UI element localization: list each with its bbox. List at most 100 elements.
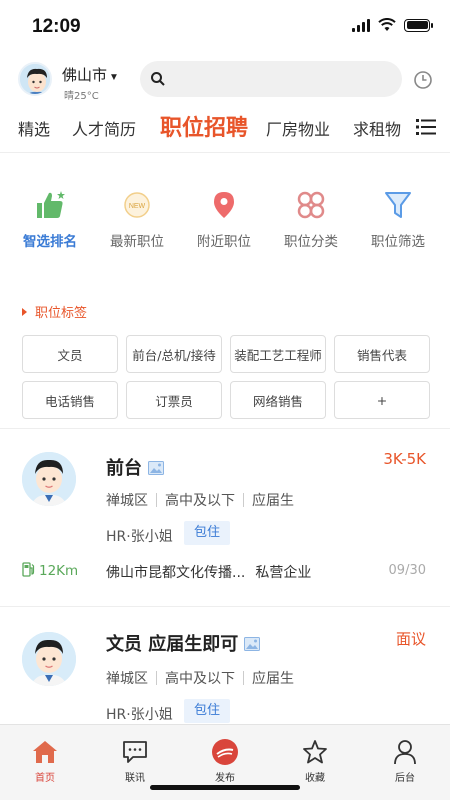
- section-divider: [0, 428, 450, 429]
- job-tags-title: 职位标签: [22, 302, 87, 321]
- job-date: 09/30: [388, 563, 426, 578]
- svg-text:NEW: NEW: [129, 203, 146, 210]
- job-salary: 3K-5K: [383, 450, 426, 468]
- job-experience: 应届生: [252, 493, 294, 509]
- job-company: 佛山市昆都文化传播... 私营企业: [106, 562, 311, 582]
- status-icons: [352, 18, 433, 32]
- feature-label: 职位分类: [284, 234, 338, 249]
- avatar-face-icon: [20, 64, 50, 94]
- job-meta: 禅城区 高中及以下 应届生: [106, 490, 294, 510]
- job-distance-text: 12Km: [39, 563, 79, 579]
- city-selector[interactable]: 佛山市 ▼: [62, 64, 119, 85]
- nav-label: 发布: [215, 773, 235, 784]
- job-experience: 应届生: [252, 671, 294, 687]
- top-header: 佛山市 ▼ 晴25°C: [0, 58, 450, 104]
- signal-icon: [352, 18, 370, 32]
- nav-favorites[interactable]: 收藏: [270, 737, 360, 784]
- wifi-icon: [378, 18, 396, 31]
- nav-label: 首页: [35, 773, 55, 784]
- tab-rentals[interactable]: 求租物: [353, 116, 401, 140]
- fuel-station-icon: [22, 562, 35, 577]
- feature-job-filter[interactable]: 职位筛选: [358, 188, 438, 250]
- job-title-text: 前台: [106, 458, 142, 479]
- nav-messages[interactable]: 联讯: [90, 737, 180, 784]
- meta-separator: [243, 671, 244, 685]
- job-title-text: 文员 应届生即可: [106, 634, 239, 655]
- card-divider: [0, 606, 450, 607]
- category-tabs: 精选 人才简历 职位招聘 厂房物业 求租物: [0, 108, 450, 148]
- job-education: 高中及以下: [165, 671, 235, 687]
- job-tag[interactable]: 订票员: [126, 381, 222, 419]
- user-avatar[interactable]: [18, 62, 52, 96]
- image-icon: [148, 461, 164, 475]
- thumbs-up-icon: [37, 191, 65, 218]
- nav-label: 联讯: [125, 773, 145, 784]
- feature-label: 附近职位: [197, 234, 251, 249]
- feature-nearby-jobs[interactable]: 附近职位: [184, 188, 264, 250]
- chevron-down-icon: ▼: [109, 72, 119, 83]
- recruiter-face-icon: [22, 452, 76, 506]
- recruiter-avatar: [22, 452, 76, 506]
- menu-list-icon[interactable]: [416, 118, 436, 136]
- feature-label: 智选排名: [23, 234, 77, 249]
- feature-latest-jobs[interactable]: NEW 最新职位: [97, 188, 177, 250]
- job-hr: HR·张小姐: [106, 707, 173, 723]
- category-icon: [297, 191, 325, 219]
- benefit-badge: 包住: [184, 521, 231, 545]
- app-screen: 12:09 佛山市 ▼ 晴25°C 精选 人才简历 职位招聘 厂房物业 求租物 …: [0, 0, 450, 800]
- recruiter-avatar: [22, 632, 76, 686]
- job-title: 文员 应届生即可: [106, 630, 261, 656]
- filter-icon: [385, 192, 411, 218]
- job-meta: 禅城区 高中及以下 应届生: [106, 668, 294, 688]
- company-name: 佛山市昆都文化传播...: [106, 565, 246, 581]
- publish-icon: [212, 739, 238, 765]
- star-icon: [303, 740, 327, 764]
- location-pin-icon: [214, 192, 234, 218]
- benefit-badge: 包住: [184, 699, 231, 723]
- job-education: 高中及以下: [165, 493, 235, 509]
- battery-icon: [404, 18, 433, 32]
- nav-home[interactable]: 首页: [0, 737, 90, 784]
- triangle-icon: [22, 308, 27, 316]
- search-input[interactable]: [174, 61, 394, 97]
- tabs-divider: [0, 152, 450, 153]
- job-tag[interactable]: 文员: [22, 335, 118, 373]
- tab-resumes[interactable]: 人才简历: [72, 116, 136, 140]
- image-icon: [244, 637, 261, 651]
- job-card[interactable]: 前台 3K-5K 禅城区 高中及以下 应届生 HR·张小姐 包住 12Km 佛山市昆…: [0, 446, 450, 606]
- job-card[interactable]: 文员 应届生即可 面议 禅城区 高中及以下 应届生 HR·张小姐 包住: [0, 624, 450, 724]
- add-tag-button[interactable]: +: [334, 381, 430, 419]
- status-bar: 12:09: [0, 0, 450, 52]
- new-badge-icon: NEW: [124, 192, 150, 218]
- job-distance: 12Km: [22, 562, 78, 579]
- meta-separator: [243, 493, 244, 507]
- status-time: 12:09: [32, 16, 81, 37]
- job-salary: 面议: [395, 630, 426, 648]
- feature-job-categories[interactable]: 职位分类: [271, 188, 351, 250]
- job-district: 禅城区: [106, 493, 148, 509]
- tab-jobs[interactable]: 职位招聘: [160, 110, 248, 142]
- home-icon: [33, 741, 57, 763]
- job-title: 前台: [106, 454, 164, 480]
- history-clock-icon[interactable]: [413, 70, 433, 90]
- job-tag[interactable]: 电话销售: [22, 381, 118, 419]
- recruiter-face-icon: [22, 632, 76, 686]
- job-tag[interactable]: 网络销售: [230, 381, 326, 419]
- company-type: 私营企业: [255, 565, 312, 581]
- chat-icon: [123, 741, 147, 763]
- nav-publish[interactable]: 发布: [180, 737, 270, 784]
- city-label: 佛山市: [62, 67, 108, 84]
- nav-label: 后台: [395, 773, 415, 784]
- weather-label: 晴25°C: [64, 91, 99, 102]
- tab-featured[interactable]: 精选: [18, 116, 50, 140]
- job-district: 禅城区: [106, 671, 148, 687]
- feature-label: 最新职位: [110, 234, 164, 249]
- feature-smart-ranking[interactable]: 智选排名: [10, 188, 90, 250]
- job-tag[interactable]: 销售代表: [334, 335, 430, 373]
- tab-factory-property[interactable]: 厂房物业: [266, 116, 330, 140]
- job-tag[interactable]: 前台/总机/接待: [126, 335, 222, 373]
- nav-backend[interactable]: 后台: [360, 737, 450, 784]
- search-icon: [151, 72, 165, 86]
- job-tag[interactable]: 装配工艺工程师: [230, 335, 326, 373]
- search-bar[interactable]: [140, 61, 402, 97]
